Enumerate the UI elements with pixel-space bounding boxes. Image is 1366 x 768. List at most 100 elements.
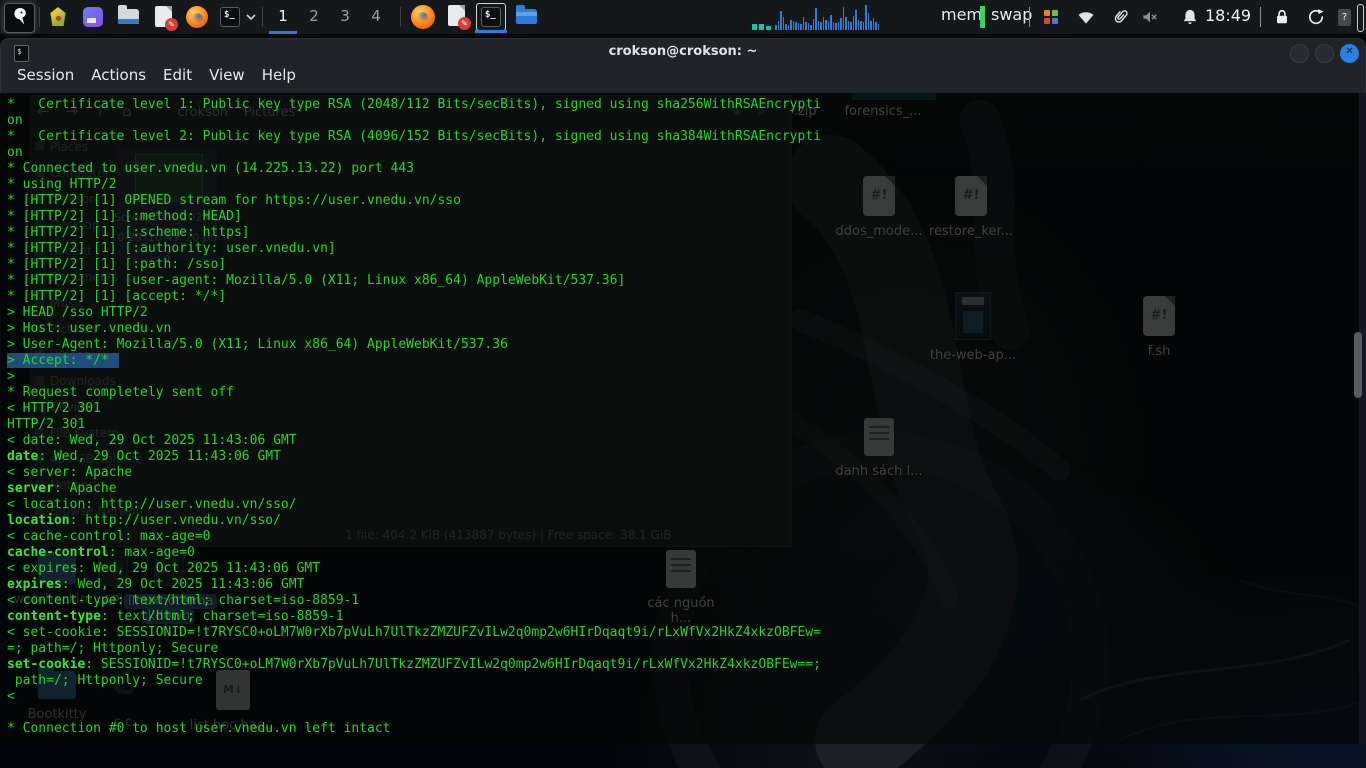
- cherrytree-launcher-icon[interactable]: [46, 5, 70, 29]
- terminal-line: path=/; Httponly; Secure: [7, 673, 821, 689]
- graph-bar: [865, 5, 867, 30]
- terminal-line: [7, 705, 821, 721]
- terminal-line: < content-type: text/html; charset=iso-8…: [7, 593, 821, 609]
- terminal-line: date: Wed, 29 Oct 2025 11:43:06 GMT: [7, 449, 821, 465]
- workspace-button-2[interactable]: 2: [298, 0, 330, 34]
- terminal-scrollbar-thumb[interactable]: [1354, 332, 1362, 398]
- menu-item-view[interactable]: View: [209, 66, 245, 84]
- terminal-line: HTTP/2 301: [7, 417, 821, 433]
- close-button[interactable]: [1340, 44, 1359, 63]
- terminal-line: < server: Apache: [7, 465, 821, 481]
- graph-bar: [868, 13, 870, 30]
- menu-item-help[interactable]: Help: [262, 66, 296, 84]
- graph-bar: [878, 24, 880, 30]
- graph-bar: [858, 20, 860, 30]
- terminal-line: < location: http://user.vnedu.vn/sso/: [7, 497, 821, 513]
- mem-usage-bar: [980, 6, 985, 28]
- volume-muted-icon[interactable]: [1140, 7, 1160, 27]
- terminal-line: < date: Wed, 29 Oct 2025 11:43:06 GMT: [7, 433, 821, 449]
- clock[interactable]: 18:49: [1205, 6, 1251, 25]
- wifi-icon[interactable]: [1076, 7, 1096, 27]
- terminal-line: > User-Agent: Mozilla/5.0 (X11; Linux x8…: [7, 337, 821, 353]
- kali-menu-button[interactable]: [4, 3, 35, 33]
- terminal-line: * Certificate level 1: Public key type R…: [7, 97, 821, 113]
- task-button-text-editor[interactable]: [443, 3, 473, 31]
- task-button-firefox[interactable]: [408, 3, 438, 31]
- task-button-file-manager[interactable]: [512, 3, 542, 31]
- terminal-line: <: [7, 689, 821, 705]
- terminal-line: * Certificate level 2: Public key type R…: [7, 129, 821, 145]
- terminal-line: location: http://user.vnedu.vn/sso/: [7, 513, 821, 529]
- battery-unknown-icon[interactable]: ?: [1338, 9, 1351, 26]
- swap-label[interactable]: swap: [991, 5, 1032, 24]
- app-grid-tray-icon[interactable]: [1041, 7, 1061, 27]
- system-monitor-graph[interactable]: [775, 5, 879, 30]
- minimize-button[interactable]: [1290, 44, 1309, 63]
- graph-bar: [818, 21, 820, 30]
- terminal-line: * Connected to user.vnedu.vn (14.225.13.…: [7, 161, 821, 177]
- graph-bar: [783, 17, 785, 30]
- terminal-line: * [HTTP/2] [1] [:authority: user.vnedu.v…: [7, 241, 821, 257]
- panel-separator: [1260, 7, 1261, 27]
- terminal-line: * [HTTP/2] [1] [user-agent: Mozilla/5.0 …: [7, 273, 821, 289]
- terminal-dropdown-chevron-icon[interactable]: [244, 5, 258, 29]
- monitor-cell: [759, 24, 764, 30]
- graph-bar: [780, 11, 782, 30]
- terminal-line: * using HTTP/2: [7, 177, 821, 193]
- terminal-line: < expires: Wed, 29 Oct 2025 11:43:06 GMT: [7, 561, 821, 577]
- lock-icon[interactable]: [1272, 7, 1292, 27]
- top-panel: 1234 mem swap: [0, 0, 1366, 35]
- terminal-line: > Host: user.vnedu.vn: [7, 321, 821, 337]
- terminal-line: on: [7, 113, 821, 129]
- graph-bar: [873, 18, 875, 30]
- terminal-line: server: Apache: [7, 481, 821, 497]
- maximize-button[interactable]: [1315, 44, 1334, 63]
- graph-bar: [823, 17, 825, 30]
- logout-power-icon[interactable]: [1306, 7, 1326, 27]
- workspace-button-1[interactable]: 1: [267, 0, 299, 34]
- terminal-content[interactable]: * Certificate level 1: Public key type R…: [0, 93, 1366, 744]
- terminal-line: on: [7, 145, 821, 161]
- menu-item-session[interactable]: Session: [17, 66, 74, 84]
- graph-bar: [875, 22, 877, 30]
- terminal-line: >: [7, 369, 821, 385]
- terminal-line: expires: Wed, 29 Oct 2025 11:43:06 GMT: [7, 577, 821, 593]
- terminal-launcher-icon[interactable]: [218, 5, 242, 29]
- window-title: crokson@crokson: ~: [1, 44, 1365, 59]
- graph-bar: [848, 21, 850, 30]
- menu-item-edit[interactable]: Edit: [163, 66, 192, 84]
- show-desktop-strip[interactable]: [1357, 4, 1364, 32]
- graph-bar: [825, 20, 827, 30]
- firefox-launcher-icon[interactable]: [185, 5, 209, 29]
- terminal-scrollbar-track[interactable]: [1359, 93, 1366, 744]
- graph-bar: [798, 23, 800, 30]
- mem-label[interactable]: mem: [941, 5, 982, 24]
- terminal-line: * [HTTP/2] [1] [accept: */*]: [7, 289, 821, 305]
- task-button-terminal[interactable]: [476, 3, 506, 31]
- workspace-button-4[interactable]: 4: [360, 0, 392, 34]
- workspace-button-3[interactable]: 3: [329, 0, 361, 34]
- graph-bar: [828, 21, 830, 30]
- graph-bar: [810, 25, 812, 30]
- graph-bar: [850, 22, 852, 30]
- monitor-cell: [766, 26, 771, 30]
- file-manager-launcher-icon[interactable]: [117, 5, 141, 29]
- terminal-line: * [HTTP/2] [1] [:path: /sso]: [7, 257, 821, 273]
- terminal-menubar: Session Actions Edit View Help: [1, 65, 1365, 93]
- graph-bar: [845, 17, 847, 30]
- graph-bar: [815, 8, 817, 30]
- terminal-line: < set-cookie: SESSIONID=!t7RYSC0+oLM7W0r…: [7, 625, 821, 641]
- clipboard-paperclip-icon[interactable]: [1111, 7, 1131, 27]
- graph-bar: [775, 25, 777, 30]
- graph-bar: [805, 22, 807, 30]
- graph-bar: [835, 23, 837, 30]
- menu-item-actions[interactable]: Actions: [91, 66, 146, 84]
- graph-bar: [788, 25, 790, 30]
- graph-bar: [778, 21, 780, 30]
- terminal-line: cache-control: max-age=0: [7, 545, 821, 561]
- text-editor-launcher-icon[interactable]: [152, 5, 176, 29]
- terminal-titlebar[interactable]: crokson@crokson: ~: [1, 39, 1365, 66]
- app-window-launcher-icon[interactable]: [81, 5, 105, 29]
- panel-separator: [1029, 7, 1030, 27]
- notifications-bell-icon[interactable]: [1180, 7, 1200, 27]
